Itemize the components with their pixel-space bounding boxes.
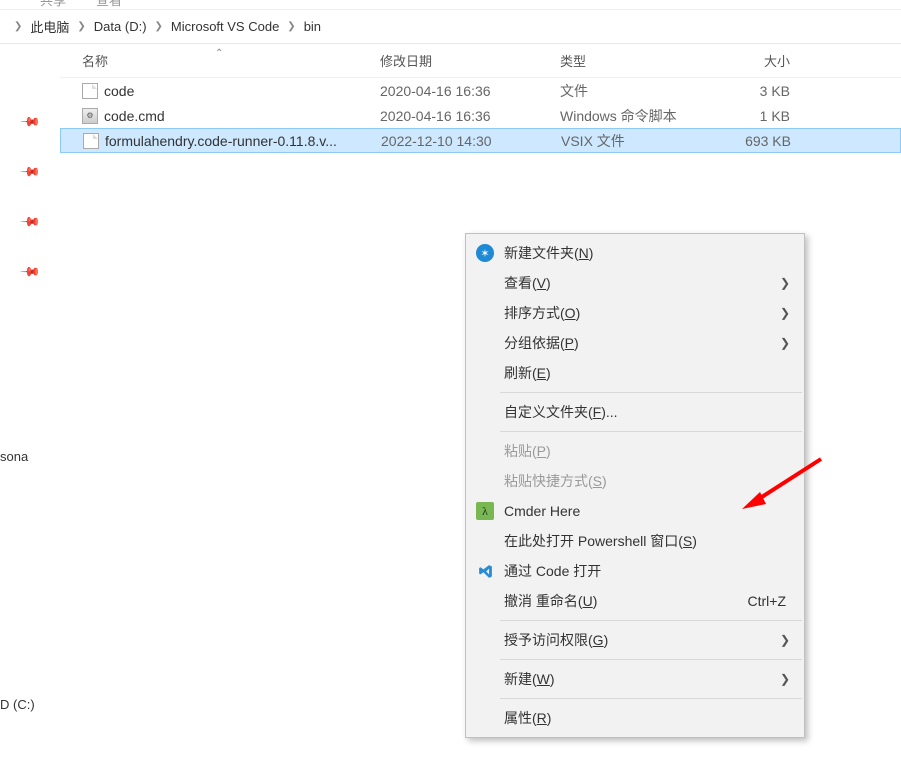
column-headers[interactable]: 名称 ⌃ 修改日期 类型 大小 (60, 44, 901, 78)
file-name: code.cmd (104, 108, 165, 124)
sidebar-drive-label[interactable]: D (C:) (0, 697, 35, 712)
column-header-size[interactable]: 大小 (710, 51, 810, 70)
file-icon: ⚙ (82, 108, 98, 124)
pin-icon: 📌 (19, 161, 42, 184)
ctx-new[interactable]: 新建(W) ❯ (466, 664, 804, 694)
ctx-customise-folder[interactable]: 自定义文件夹(F)... (466, 397, 804, 427)
separator (500, 431, 802, 432)
chevron-right-icon[interactable]: ❯ (14, 21, 22, 32)
ctx-view[interactable]: 查看(V) ❯ (466, 268, 804, 298)
separator (500, 659, 802, 660)
ctx-cmder-here[interactable]: λ Cmder Here (466, 496, 804, 526)
ctx-new-folder[interactable]: ✶ 新建文件夹(N) (466, 238, 804, 268)
file-row[interactable]: code 2020-04-16 16:36文件3 KB (60, 78, 901, 103)
vscode-icon (476, 562, 494, 580)
file-date: 2020-04-16 16:36 (380, 83, 560, 99)
file-type: Windows 命令脚本 (560, 106, 710, 126)
new-folder-icon: ✶ (476, 244, 494, 262)
cmder-icon: λ (476, 502, 494, 520)
ctx-undo-rename[interactable]: 撤消 重命名(U) Ctrl+Z (466, 586, 804, 616)
file-size: 3 KB (710, 83, 810, 99)
file-date: 2020-04-16 16:36 (380, 108, 560, 124)
breadcrumb-segment[interactable]: Microsoft VS Code (169, 17, 281, 36)
file-type: 文件 (560, 81, 710, 101)
chevron-right-icon: ❯ (780, 633, 790, 647)
chevron-right-icon: ❯ (780, 306, 790, 320)
breadcrumb-segment[interactable]: bin (302, 17, 323, 36)
separator (500, 698, 802, 699)
ctx-paste-shortcut: 粘贴快捷方式(S) (466, 466, 804, 496)
sort-ascending-icon: ⌃ (215, 48, 223, 59)
ribbon-remnant: 共享 查看 (0, 0, 901, 10)
chevron-right-icon: ❯ (780, 276, 790, 290)
breadcrumb-segment[interactable]: 此电脑 (28, 15, 71, 38)
column-header-type[interactable]: 类型 (560, 51, 710, 70)
ctx-grant-access[interactable]: 授予访问权限(G) ❯ (466, 625, 804, 655)
ctx-paste: 粘贴(P) (466, 436, 804, 466)
pin-icon: 📌 (19, 111, 42, 134)
chevron-right-icon[interactable]: ❯ (77, 21, 85, 32)
breadcrumb-segment[interactable]: Data (D:) (92, 17, 149, 36)
chevron-right-icon[interactable]: ❯ (155, 21, 163, 32)
column-header-name[interactable]: 名称 ⌃ (60, 51, 380, 70)
shortcut-label: Ctrl+Z (748, 593, 787, 609)
chevron-right-icon: ❯ (780, 336, 790, 350)
ctx-properties[interactable]: 属性(R) (466, 703, 804, 733)
file-name: code (104, 83, 134, 99)
ctx-group[interactable]: 分组依据(P) ❯ (466, 328, 804, 358)
ctx-sort[interactable]: 排序方式(O) ❯ (466, 298, 804, 328)
file-name: formulahendry.code-runner-0.11.8.v... (105, 133, 337, 149)
file-size: 1 KB (710, 108, 810, 124)
separator (500, 620, 802, 621)
pin-icon: 📌 (19, 211, 42, 234)
breadcrumb[interactable]: ❯ 此电脑 ❯ Data (D:) ❯ Microsoft VS Code ❯ … (0, 10, 901, 44)
file-icon (83, 133, 99, 149)
ctx-refresh[interactable]: 刷新(E) (466, 358, 804, 388)
separator (500, 392, 802, 393)
file-type: VSIX 文件 (561, 131, 711, 151)
file-size: 693 KB (711, 133, 811, 149)
ctx-open-powershell[interactable]: 在此处打开 Powershell 窗口(S) (466, 526, 804, 556)
file-date: 2022-12-10 14:30 (381, 133, 561, 149)
quick-access-sidebar: 📌 📌 📌 📌 sona D (C:) (0, 44, 60, 763)
chevron-right-icon: ❯ (780, 672, 790, 686)
column-header-date[interactable]: 修改日期 (380, 51, 560, 70)
pin-icon: 📌 (19, 261, 42, 284)
context-menu: ✶ 新建文件夹(N) 查看(V) ❯ 排序方式(O) ❯ 分组依据(P) ❯ 刷… (465, 233, 805, 738)
chevron-right-icon[interactable]: ❯ (287, 21, 295, 32)
file-row[interactable]: ⚙ code.cmd 2020-04-16 16:36Windows 命令脚本1 K… (60, 103, 901, 128)
sidebar-label: sona (0, 449, 28, 464)
ctx-open-with-code[interactable]: 通过 Code 打开 (466, 556, 804, 586)
file-icon (82, 83, 98, 99)
file-row[interactable]: formulahendry.code-runner-0.11.8.v... 202… (60, 128, 901, 153)
